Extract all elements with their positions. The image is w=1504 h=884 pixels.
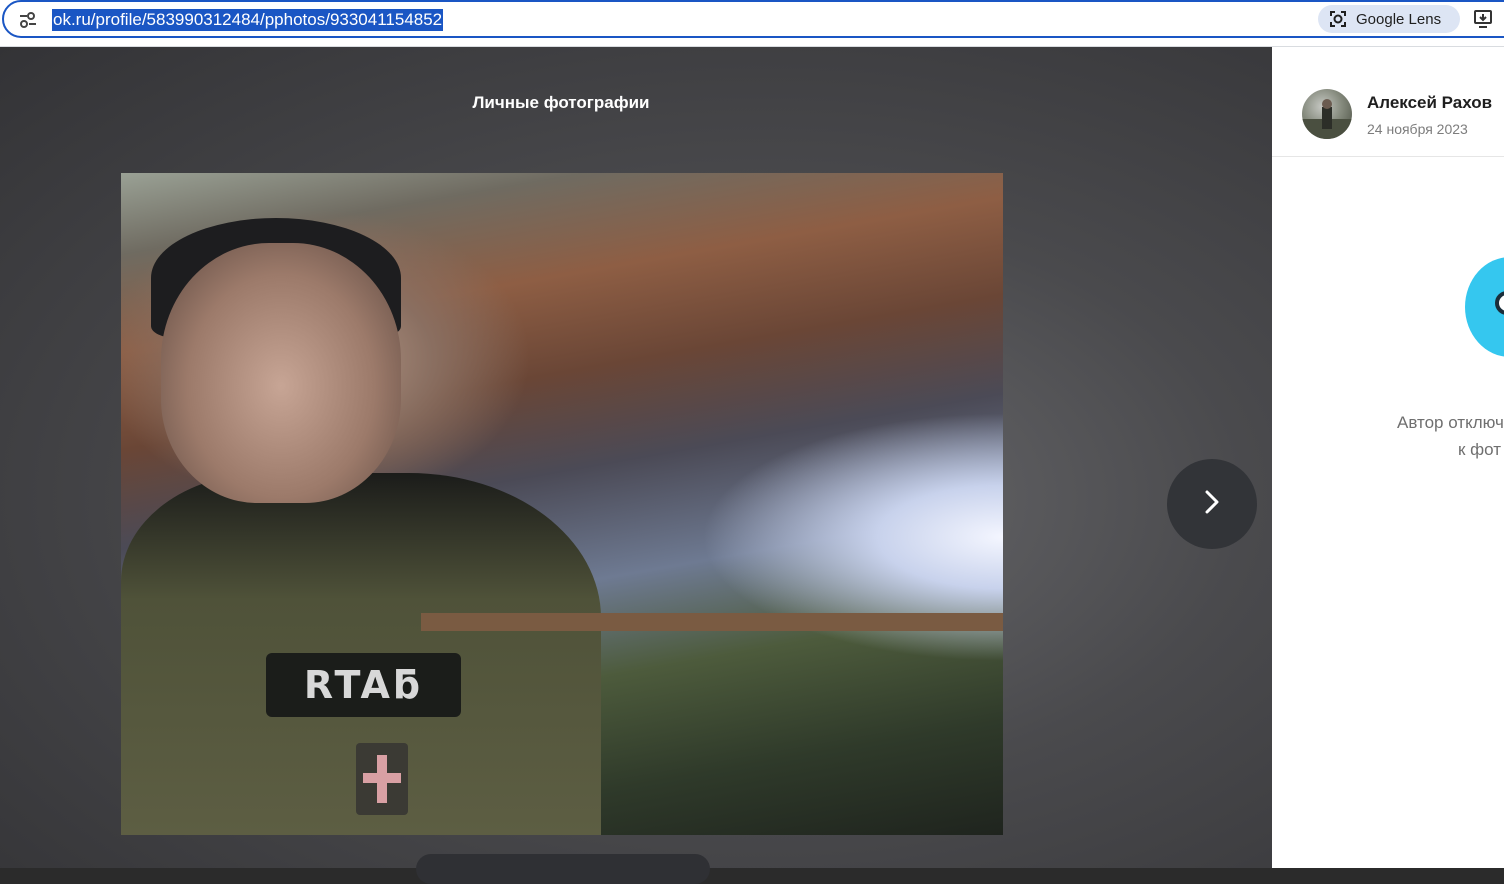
photo-sidebar: Алексей Рахов 24 ноября 2023 Автор отклю…: [1272, 47, 1504, 868]
url-text[interactable]: ok.ru/profile/583990312484/pphotos/93304…: [52, 9, 444, 31]
address-bar[interactable]: ok.ru/profile/583990312484/pphotos/93304…: [2, 0, 1504, 38]
comments-disabled-line-1: Автор отключ: [1397, 413, 1504, 432]
photo[interactable]: RTAƃ: [121, 173, 1003, 835]
post-date: 24 ноября 2023: [1367, 121, 1468, 137]
album-title: Личные фотографии: [472, 93, 650, 112]
photo-shelf: [421, 613, 1003, 631]
photo-face: [161, 243, 401, 503]
google-lens-button[interactable]: Google Lens: [1318, 5, 1460, 33]
photo-name-patch: RTAƃ: [266, 653, 461, 717]
author-name[interactable]: Алексей Рахов: [1367, 93, 1492, 113]
site-info-icon[interactable]: [18, 11, 38, 29]
author-avatar[interactable]: [1302, 89, 1352, 139]
next-photo-button[interactable]: [1167, 459, 1257, 549]
chevron-right-icon: [1197, 487, 1227, 522]
google-lens-icon: [1328, 9, 1348, 29]
comments-disabled-line-2: к фот: [1458, 440, 1502, 459]
comments-disabled-message: Автор отключ к фот: [1272, 409, 1504, 463]
author-header: Алексей Рахов 24 ноября 2023: [1272, 47, 1504, 157]
ok-mascot-icon: [1465, 257, 1504, 357]
install-app-icon[interactable]: [1473, 8, 1495, 30]
browser-toolbar: ok.ru/profile/583990312484/pphotos/93304…: [0, 0, 1504, 47]
photo-actions-bar[interactable]: [416, 854, 710, 884]
photo-cross-patch: [356, 743, 408, 815]
photo-viewer: Личные фотографии RTAƃ: [0, 47, 1272, 884]
google-lens-label: Google Lens: [1356, 10, 1442, 28]
